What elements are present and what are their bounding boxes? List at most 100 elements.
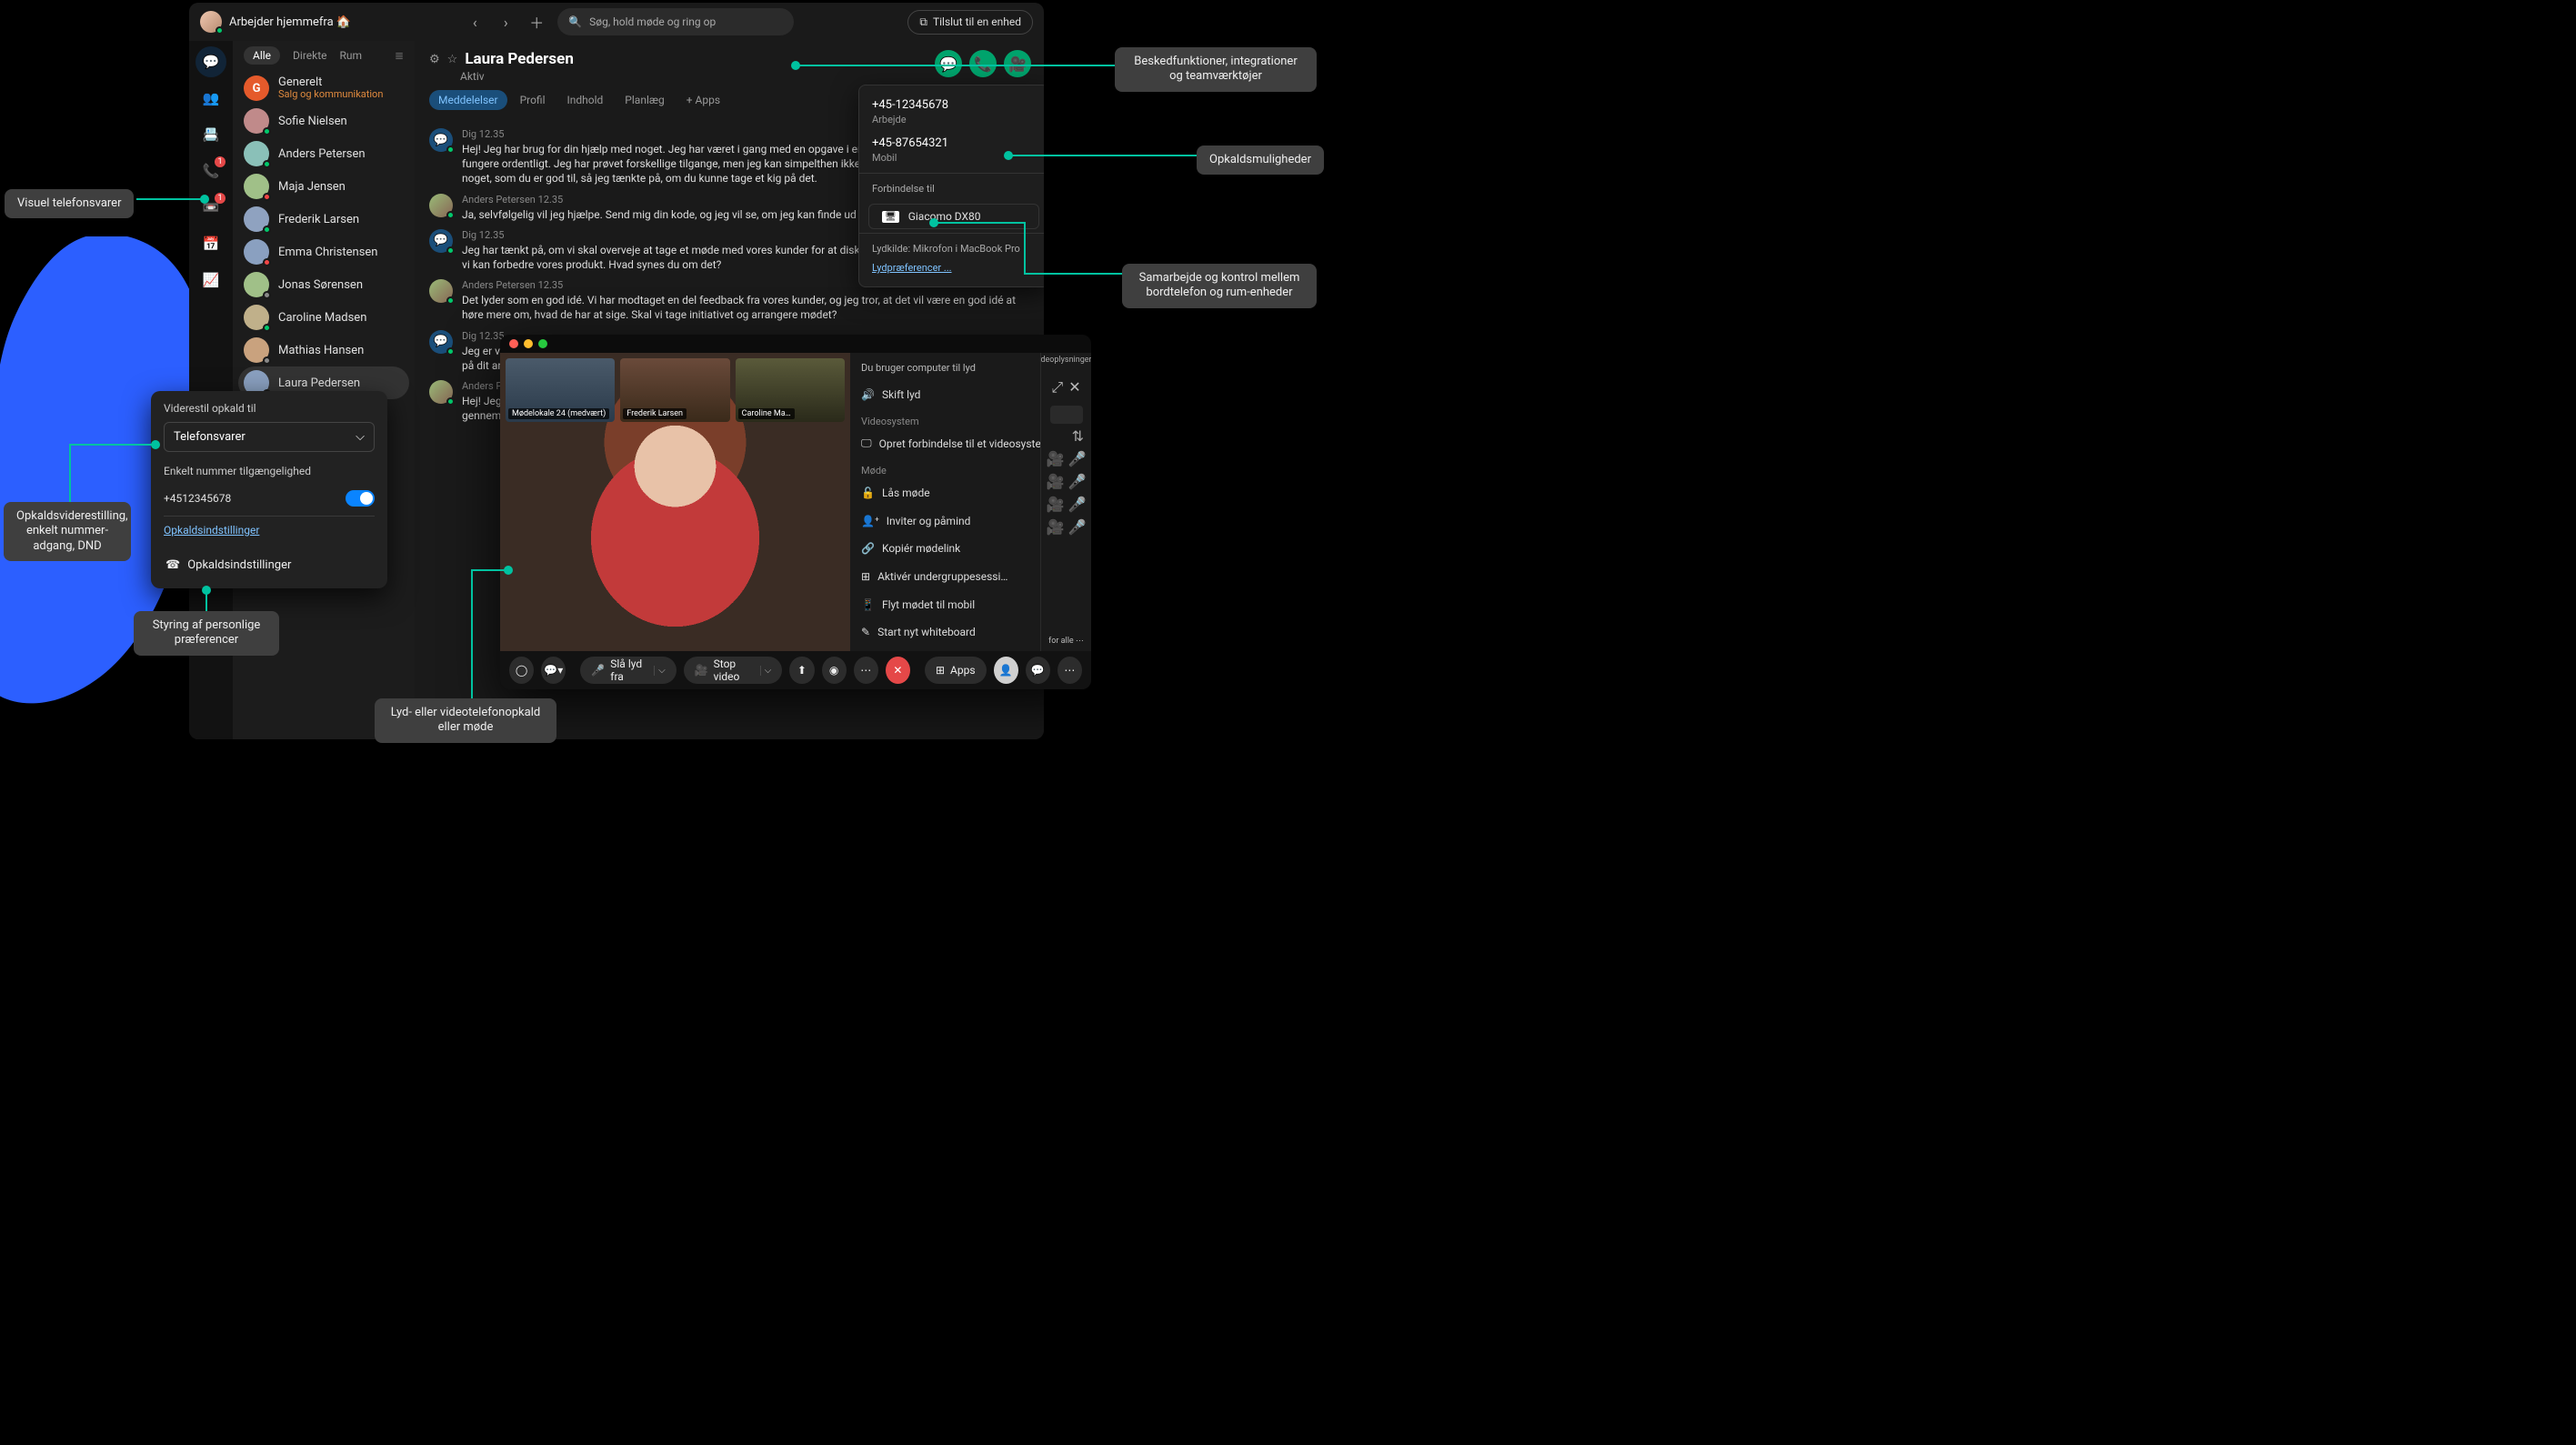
contact-item[interactable]: Sofie Nielsen (238, 105, 409, 137)
rail-calls-icon[interactable]: 📞1 (195, 156, 226, 186)
nav-back-icon[interactable]: ‹ (465, 14, 485, 31)
rs-search-input[interactable] (1050, 406, 1083, 424)
message-sender: Dig (462, 229, 476, 241)
forward-select-value: Telefonsvarer (174, 430, 246, 444)
call-settings-link[interactable]: Opkaldsindstillinger (164, 516, 375, 537)
copylink-label: Kopiér mødelink (882, 542, 960, 555)
tab-all[interactable]: Alle (244, 46, 280, 65)
lock-meeting-label: Lås møde (882, 487, 930, 499)
participant-thumb[interactable]: Mødelokale 24 (medvært) (506, 358, 615, 422)
lock-icon: 🔓 (861, 487, 875, 499)
presence-icon (216, 26, 224, 35)
presence-icon (446, 347, 455, 356)
chat-button[interactable]: 💬 (1026, 657, 1050, 684)
participants-button[interactable]: 👤 (994, 657, 1018, 684)
contact-item[interactable]: Mathias Hansen (238, 334, 409, 366)
speaker-icon: 🔊 (861, 388, 875, 401)
audio-prefs-link[interactable]: Lydpræferencer ... (859, 260, 1044, 279)
tab-direct[interactable]: Direkte (293, 49, 326, 62)
callout-avmeet: Lyd- eller videotelefonopkald eller møde (375, 698, 556, 743)
user-status[interactable]: Arbejder hjemmefra 🏠 (200, 11, 351, 33)
gear-icon[interactable]: ⚙ (429, 53, 440, 66)
rs-header: deoplysninger (1040, 356, 1091, 373)
nav-forward-icon[interactable]: › (496, 14, 516, 31)
rail-teams-icon[interactable]: 👥 (195, 83, 226, 114)
snr-label: Enkelt nummer tilgængelighed (164, 465, 311, 477)
participant-thumb[interactable]: Frederik Larsen (620, 358, 729, 422)
channel-item[interactable]: G Generelt Salg og kommunikation (238, 72, 409, 105)
participant-thumb[interactable]: Caroline Ma… (736, 358, 845, 422)
star-icon[interactable]: ☆ (447, 53, 458, 66)
window-zoom-icon[interactable] (538, 339, 547, 348)
video-icon[interactable]: 🎥 (1047, 496, 1065, 513)
stop-video-button[interactable]: 🎥 Stop video ⌵ (684, 657, 783, 684)
sort-icon[interactable]: ⇅ (1072, 427, 1084, 445)
rail-contacts-icon[interactable]: 📇 (195, 119, 226, 150)
forward-title: Viderestil opkald til (164, 402, 375, 415)
apps-label: Apps (950, 664, 976, 677)
mic-off-icon[interactable]: 🎤 (1068, 518, 1087, 536)
contact-item[interactable]: Emma Christensen (238, 236, 409, 268)
tab-schedule[interactable]: Planlæg (616, 90, 673, 110)
contact-avatar (244, 108, 269, 134)
device-option[interactable]: 🖥 Giacomo DX80 (868, 204, 1039, 229)
mic-off-icon[interactable]: 🎤 (1068, 496, 1087, 513)
message-sender: Dig (462, 330, 476, 342)
video-icon[interactable]: 🎥 (1047, 450, 1065, 467)
caret-down-icon[interactable]: ⌵ (760, 666, 772, 676)
contact-item[interactable]: Anders Petersen (238, 137, 409, 170)
connect-device-label: Tilslut til en enhed (933, 15, 1021, 28)
rail-messaging-icon[interactable]: 💬 (195, 46, 226, 77)
contact-item[interactable]: Caroline Madsen (238, 301, 409, 334)
video-icon[interactable]: 🎥 (1047, 473, 1065, 490)
message-action-icon[interactable]: 💬 (935, 50, 962, 77)
tab-content[interactable]: Indhold (558, 90, 613, 110)
leave-button[interactable]: ✕ (886, 657, 910, 684)
status-text: Arbejder hjemmefra 🏠 (229, 15, 351, 29)
tab-apps[interactable]: + Apps (677, 90, 729, 110)
call-action-icon[interactable]: 📞 (969, 50, 997, 77)
contact-avatar (244, 272, 269, 297)
contact-item[interactable]: Jonas Sørensen (238, 268, 409, 301)
mic-on-icon[interactable]: 🎤 (1068, 473, 1087, 490)
filter-icon[interactable]: ≣ (395, 49, 404, 62)
caret-down-icon[interactable]: ⌵ (654, 666, 666, 676)
contact-item[interactable]: Frederik Larsen (238, 203, 409, 236)
window-close-icon[interactable] (509, 339, 518, 348)
snr-toggle[interactable] (346, 490, 375, 507)
video-action-icon[interactable]: 🎥 (1004, 50, 1031, 77)
call-mobile-number[interactable]: +45-87654321 Mobil (859, 131, 1044, 169)
presence-icon (263, 193, 271, 201)
record-button[interactable]: ◉ (822, 657, 847, 684)
nav-plus-icon[interactable]: ＋ (526, 11, 546, 33)
video-icon[interactable]: 🎥 (1047, 518, 1065, 536)
presence-icon (446, 296, 455, 305)
forward-target-select[interactable]: Telefonsvarer ⌵ (164, 422, 375, 452)
tab-profile[interactable]: Profil (511, 90, 555, 110)
more-icon[interactable]: ⋯ (1076, 637, 1084, 646)
connect-device-button[interactable]: ⧉ Tilslut til en enhed (907, 10, 1033, 35)
more-button[interactable]: ⋯ (854, 657, 878, 684)
apps-button[interactable]: ⊞ Apps (925, 657, 987, 684)
contact-name: Maja Jensen (278, 180, 346, 194)
share-button[interactable]: ⬆ (789, 657, 814, 684)
mute-button[interactable]: 🎤 Slå lyd fra ⌵ (580, 657, 676, 684)
call-work-number[interactable]: +45-12345678 Arbejde (859, 93, 1044, 131)
rail-calendar-icon[interactable]: 📅 (195, 228, 226, 259)
tab-rooms[interactable]: Rum (340, 49, 363, 62)
more-options-button[interactable]: ⋯ (1057, 657, 1082, 684)
search-input[interactable]: 🔍 Søg, hold møde og ring op (557, 8, 794, 35)
mic-on-icon[interactable]: 🎤 (1068, 450, 1087, 467)
contact-item[interactable]: Maja Jensen (238, 170, 409, 203)
window-minimize-icon[interactable] (524, 339, 533, 348)
rail-analytics-icon[interactable]: 📈 (195, 265, 226, 296)
phone-settings-icon: ☎ (165, 558, 180, 572)
close-icon[interactable]: ✕ (1068, 378, 1080, 396)
self-view-button[interactable]: ◯ (509, 657, 534, 684)
mic-icon: 🎤 (591, 664, 605, 677)
tab-messages[interactable]: Meddelelser (429, 90, 507, 110)
call-settings-footer[interactable]: ☎ Opkaldsindstillinger (164, 553, 375, 577)
cc-button[interactable]: 💬▾ (541, 657, 566, 684)
callout-collab: Samarbejde og kontrol mellem bordtelefon… (1122, 264, 1317, 308)
popout-icon[interactable]: ⤢ (1051, 378, 1063, 396)
